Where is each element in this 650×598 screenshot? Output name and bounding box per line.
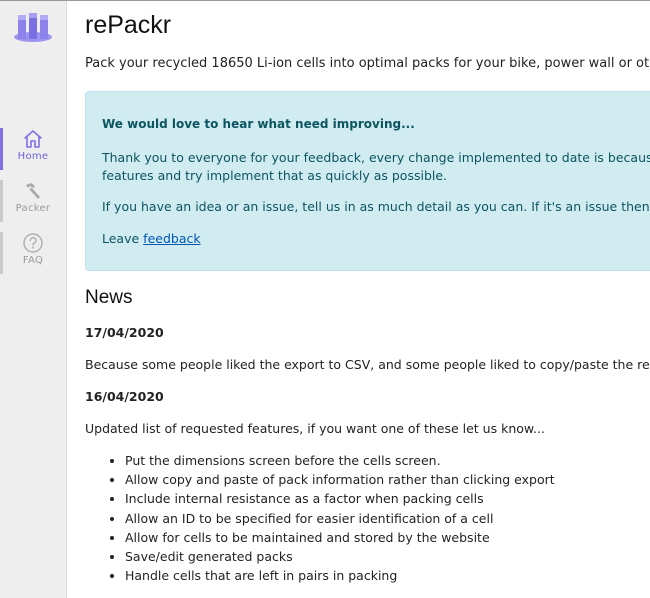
alert-title: We would love to hear what need improvin…	[102, 117, 415, 131]
inactive-indicator	[0, 180, 3, 222]
list-item: Handle cells that are left in pairs in p…	[125, 566, 555, 585]
sidebar-item-label: Packer	[15, 203, 51, 214]
list-item: Allow copy and paste of pack information…	[125, 470, 555, 489]
inactive-indicator	[0, 232, 3, 274]
list-item: Include internal resistance as a factor …	[125, 489, 555, 508]
news-text: Updated list of requested features, if y…	[85, 421, 545, 436]
news-date: 17/04/2020	[85, 325, 164, 340]
alert-paragraph-line: features and try implement that as quick…	[102, 168, 448, 183]
news-date: 16/04/2020	[85, 389, 164, 404]
sidebar-item-label: Home	[17, 151, 49, 162]
sidebar-item-home[interactable]: Home	[0, 128, 66, 172]
list-item: Allow an ID to be specified for easier i…	[125, 509, 555, 528]
news-heading: News	[85, 287, 133, 308]
main-content: rePackr Pack your recycled 18650 Li-ion …	[85, 0, 650, 598]
leave-text: Leave	[102, 231, 140, 246]
alert-paragraph-line: Thank you to everyone for your feedback,…	[102, 150, 650, 165]
sidebar-item-label: FAQ	[22, 255, 44, 266]
page-title: rePackr	[85, 11, 172, 39]
feedback-link[interactable]: feedback	[143, 231, 200, 246]
alert-paragraph-thanks: Thank you to everyone for your feedback,…	[102, 149, 650, 185]
news-text: Because some people liked the export to …	[85, 357, 650, 372]
list-item: Save/edit generated packs	[125, 547, 555, 566]
sidebar-item-faq[interactable]: FAQ	[0, 232, 66, 276]
list-item: Put the dimensions screen before the cel…	[125, 451, 555, 470]
alert-leave-feedback: Leave feedback	[102, 231, 201, 246]
list-item: Allow for cells to be maintained and sto…	[125, 528, 555, 547]
alert-paragraph-idea: If you have an idea or an issue, tell us…	[102, 199, 650, 214]
home-icon	[24, 130, 42, 148]
books-logo-icon[interactable]	[12, 9, 54, 43]
sidebar-item-packer[interactable]: Packer	[0, 180, 66, 224]
page-tagline: Pack your recycled 18650 Li-ion cells in…	[85, 56, 650, 71]
active-indicator	[0, 128, 3, 170]
sidebar: Home Packer FAQ	[0, 1, 67, 598]
hammer-icon	[26, 183, 40, 199]
feedback-alert: We would love to hear what need improvin…	[85, 91, 650, 271]
requested-features-list: Put the dimensions screen before the cel…	[105, 451, 555, 585]
question-circle-icon	[23, 233, 43, 253]
